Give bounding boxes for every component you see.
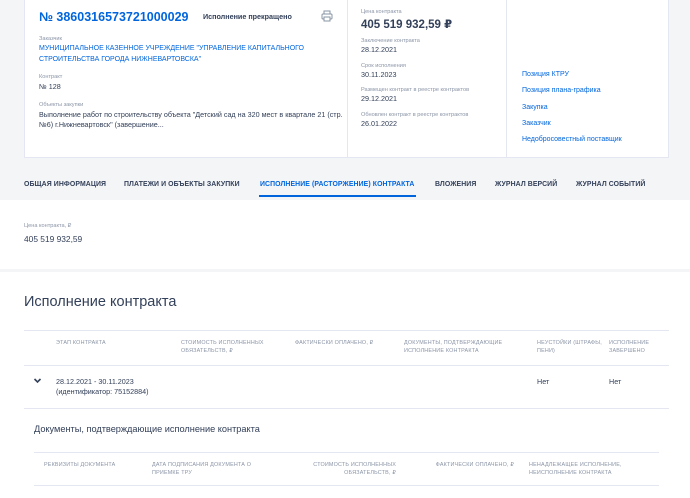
objects-value: Выполнение работ по строительству объект… xyxy=(39,109,343,130)
col-doc-fulfilled-cost: СТОИМОСТЬ ИСПОЛНЕННЫХ ОБЯЗАТЕЛЬСТВ, ₽ xyxy=(313,462,396,476)
col-doc-details: РЕКВИЗИТЫ ДОКУМЕНТА xyxy=(44,462,116,468)
contract-status: Исполнение прекращено xyxy=(202,12,292,21)
active-tab-indicator xyxy=(259,195,416,197)
col-fulfilled-cost: СТОИМОСТЬ ИСПОЛНЕННЫХ ОБЯЗАТЕЛЬСТВ, ₽ xyxy=(181,340,264,354)
chevron-down-icon[interactable] xyxy=(33,376,42,385)
contract-number: № 128 xyxy=(39,82,61,91)
tab-payments[interactable]: ПЛАТЕЖИ И ОБЪЕКТЫ ЗАКУПКИ xyxy=(124,181,240,188)
contract-price-label: Цена контракта, ₽ xyxy=(24,223,72,229)
related-links: Позиция КТРУ Позиция плана-графика Закуп… xyxy=(522,70,672,151)
col-signing-date: ДАТА ПОДПИСАНИЯ ДОКУМЕНТА О ПРИЕМКЕ ТРУ xyxy=(152,462,252,476)
link-purchase[interactable]: Закупка xyxy=(522,103,672,113)
contract-price-section: Цена контракта, ₽ 405 519 932,59 xyxy=(0,200,690,269)
table-row[interactable]: 28.12.2021 - 30.11.2023 (идентификатор: … xyxy=(24,366,669,409)
tab-attachments[interactable]: ВЛОЖЕНИЯ xyxy=(435,181,476,188)
stage-identifier: (идентификатор: 75152884) xyxy=(56,387,149,396)
col-completed: ИСПОЛНЕНИЕ ЗАВЕРШЕНО xyxy=(609,340,650,354)
contract-tabs: ОБЩАЯ ИНФОРМАЦИЯ ПЛАТЕЖИ И ОБЪЕКТЫ ЗАКУП… xyxy=(0,178,690,198)
link-unfair-supplier[interactable]: Недобросовестный поставщик xyxy=(522,135,672,145)
contract-details: Цена контракта 405 519 932,59 ₽ Заключен… xyxy=(347,0,507,158)
penalties-cell: Нет xyxy=(537,377,550,386)
contract-page: № 3860316573721000029 Исполнение прекращ… xyxy=(0,0,690,498)
conclusion-date: 28.12.2021 xyxy=(361,45,397,54)
col-stage: ЭТАП КОНТРАКТА xyxy=(56,340,106,346)
col-improper-execution: НЕНАДЛЕЖАЩЕЕ ИСПОЛНЕНИЕ, НЕИСПОЛНЕНИЕ КО… xyxy=(529,462,622,476)
price-value: 405 519 932,59 ₽ xyxy=(361,19,453,31)
documents-title: Документы, подтверждающие исполнение кон… xyxy=(34,424,260,434)
placed-label: Размещен контракт в реестре контрактов xyxy=(361,87,470,93)
tab-version-log[interactable]: ЖУРНАЛ ВЕРСИЙ xyxy=(495,181,557,188)
col-documents: ДОКУМЕНТЫ, ПОДТВЕРЖДАЮЩИЕ ИСПОЛНЕНИЕ КОН… xyxy=(404,340,503,354)
link-customer[interactable]: Заказчик xyxy=(522,119,672,129)
link-plan-schedule-position[interactable]: Позиция плана-графика xyxy=(522,86,672,96)
link-ktru-position[interactable]: Позиция КТРУ xyxy=(522,70,672,80)
execution-section: Исполнение контракта ЭТАП КОНТРАКТА СТОИ… xyxy=(0,272,690,498)
execution-title: Исполнение контракта xyxy=(24,294,177,310)
contract-main-info: № 3860316573721000029 Исполнение прекращ… xyxy=(39,8,349,131)
tab-execution[interactable]: ИСПОЛНЕНИЕ (РАСТОРЖЕНИЕ) КОНТРАКТА xyxy=(260,181,415,188)
stage-cell: 28.12.2021 - 30.11.2023 (идентификатор: … xyxy=(56,377,149,397)
term-date: 30.11.2023 xyxy=(361,69,397,79)
customer-label: Заказчик xyxy=(39,36,62,42)
updated-date: 26.01.2022 xyxy=(361,118,397,128)
documents-table-header: РЕКВИЗИТЫ ДОКУМЕНТА ДАТА ПОДПИСАНИЯ ДОКУ… xyxy=(34,452,659,486)
execution-table-header: ЭТАП КОНТРАКТА СТОИМОСТЬ ИСПОЛНЕННЫХ ОБЯ… xyxy=(24,330,669,366)
completed-cell: Нет xyxy=(609,377,622,386)
term-label: Срок исполнения xyxy=(361,62,406,69)
placed-date: 29.12.2021 xyxy=(361,94,397,103)
contract-reg-number[interactable]: № 3860316573721000029 xyxy=(39,10,189,24)
col-actually-paid: ФАКТИЧЕСКИ ОПЛАЧЕНО, ₽ xyxy=(295,340,374,346)
price-label: Цена контракта xyxy=(361,9,402,15)
objects-label: Объекты закупки xyxy=(39,101,84,108)
stage-period: 28.12.2021 - 30.11.2023 xyxy=(56,377,134,386)
customer-link[interactable]: МУНИЦИПАЛЬНОЕ КАЗЕННОЕ УЧРЕЖДЕНИЕ "УПРАВ… xyxy=(39,44,349,65)
col-doc-actually-paid: ФАКТИЧЕСКИ ОПЛАЧЕНО, ₽ xyxy=(435,462,514,468)
printer-icon[interactable] xyxy=(321,10,333,22)
tab-general-info[interactable]: ОБЩАЯ ИНФОРМАЦИЯ xyxy=(24,181,106,188)
col-penalties: НЕУСТОЙКИ (ШТРАФЫ, ПЕНИ) xyxy=(537,340,602,354)
conclusion-label: Заключение контракта xyxy=(361,38,420,44)
contract-price-value: 405 519 932,59 xyxy=(24,234,83,244)
updated-label: Обновлен контракт в реестре контрактов xyxy=(361,111,469,118)
contract-summary-card: № 3860316573721000029 Исполнение прекращ… xyxy=(24,0,669,158)
tab-event-log[interactable]: ЖУРНАЛ СОБЫТИЙ xyxy=(576,181,645,188)
contract-label: Контракт xyxy=(39,74,63,80)
